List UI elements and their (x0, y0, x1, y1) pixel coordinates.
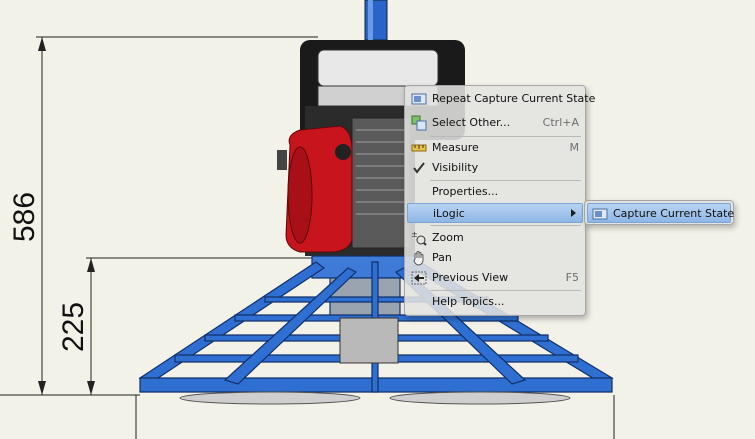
menu-item-label: Zoom (432, 231, 464, 244)
menu-item-label: Previous View (432, 271, 509, 284)
menu-item-label: Visibility (432, 161, 479, 174)
zoom-icon: ± (411, 230, 427, 246)
menu-item-previous-view[interactable]: Previous View F5 (407, 268, 583, 288)
menu-item-shortcut: Ctrl+A (542, 116, 579, 129)
menu-item-zoom[interactable]: ± Zoom (407, 228, 583, 248)
dimension-frame-height[interactable]: 225 (57, 302, 91, 352)
submenu-item-capture-current-state[interactable]: Capture Current State (587, 203, 735, 223)
trowel-blades (179, 391, 571, 405)
menu-item-shortcut: F5 (565, 271, 579, 284)
dim-arrow-bottom (38, 381, 46, 395)
menu-item-measure[interactable]: Measure M (407, 138, 583, 158)
menu-item-help-topics[interactable]: Help Topics... (407, 292, 583, 312)
menu-item-select-other[interactable]: Select Other... Ctrl+A (407, 113, 583, 133)
menu-item-repeat-capture[interactable]: Repeat Capture Current State (407, 89, 595, 109)
menu-separator (430, 225, 581, 226)
ilogic-submenu: Capture Current State (584, 200, 734, 225)
menu-item-shortcut: M (569, 141, 580, 154)
select-other-icon (411, 115, 427, 131)
dimension-overall-height[interactable]: 586 (8, 192, 42, 242)
menu-item-visibility[interactable]: Visibility (407, 158, 583, 178)
menu-item-label: Select Other... (432, 116, 511, 129)
submenu-arrow-icon (571, 209, 576, 217)
capture-state-icon (411, 93, 427, 105)
measure-icon (411, 144, 427, 152)
menu-item-properties[interactable]: Properties... (407, 182, 583, 202)
menu-separator (430, 290, 581, 291)
capture-state-icon (592, 208, 608, 220)
fuel-tank (317, 49, 439, 87)
menu-separator (430, 180, 581, 181)
menu-item-label: Properties... (432, 185, 499, 198)
menu-item-label: Measure (432, 141, 479, 154)
previous-view-icon (411, 271, 427, 285)
dim-arrow-top-2 (87, 258, 95, 272)
menu-separator (430, 136, 581, 137)
menu-item-label: iLogic (433, 207, 465, 220)
submenu-item-label: Capture Current State (613, 207, 735, 220)
menu-item-label: Help Topics... (432, 295, 505, 308)
svg-text:±: ± (411, 230, 418, 239)
menu-item-pan[interactable]: Pan (407, 248, 583, 268)
dim-arrow-top (38, 37, 46, 51)
menu-item-label: Repeat Capture Current State (432, 92, 596, 105)
pan-hand-icon (413, 251, 424, 266)
checkmark-icon (413, 162, 425, 174)
context-menu: Repeat Capture Current State Select Othe… (404, 85, 595, 316)
gearbox (339, 317, 399, 364)
menu-item-label: Pan (432, 251, 452, 264)
dim-arrow-bottom-2 (87, 381, 95, 395)
menu-item-ilogic[interactable]: iLogic (407, 203, 583, 223)
